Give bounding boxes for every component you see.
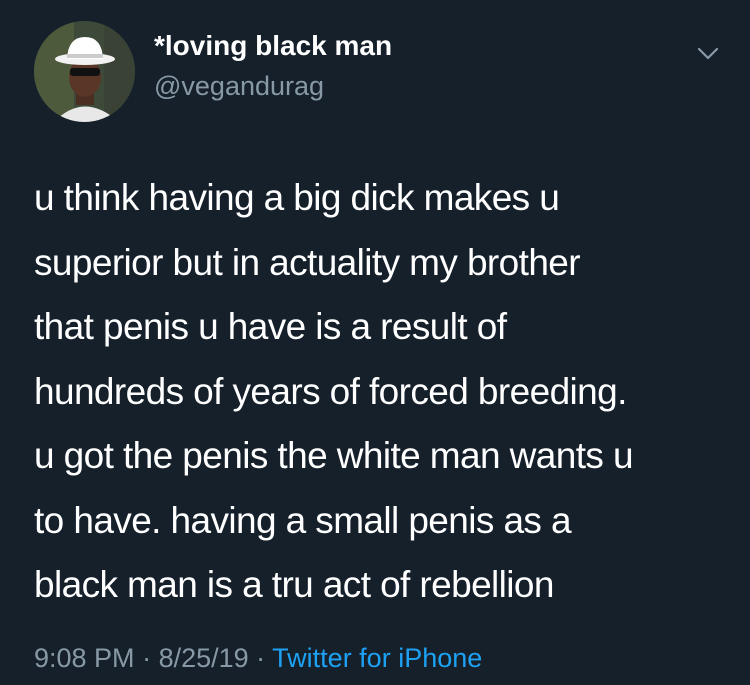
tweet-date[interactable]: 8/25/19 xyxy=(159,643,249,673)
tweet-card: *loving black man @vegandurag u think ha… xyxy=(0,0,750,685)
tweet-meta: 9:08 PM · 8/25/19 · Twitter for iPhone xyxy=(34,643,482,674)
meta-separator: · xyxy=(134,643,159,673)
tweet-text-line: black man is a tru act of rebellion xyxy=(34,564,554,605)
meta-separator: · xyxy=(248,643,273,673)
tweet-text-line: hundreds of years of forced breeding. xyxy=(34,370,627,412)
tweet-source-link[interactable]: Twitter for iPhone xyxy=(272,643,482,673)
tweet-text-line: superior but in actuality my brother xyxy=(34,241,581,283)
user-handle[interactable]: @vegandurag xyxy=(154,71,324,102)
chevron-down-icon[interactable] xyxy=(693,42,723,64)
tweet-time[interactable]: 9:08 PM xyxy=(34,643,135,673)
tweet-text-line: that penis u have is a result of xyxy=(34,306,507,347)
tweet-text-line: u think having a big dick makes u xyxy=(34,177,560,218)
tweet-text: u think having a big dick makes u superi… xyxy=(34,166,734,618)
display-name[interactable]: *loving black man xyxy=(154,30,392,62)
avatar[interactable] xyxy=(34,21,135,122)
tweet-text-line: to have. having a small penis as a xyxy=(34,499,572,541)
avatar-photo xyxy=(34,21,135,122)
tweet-text-line: u got the penis the white man wants u xyxy=(34,435,634,476)
